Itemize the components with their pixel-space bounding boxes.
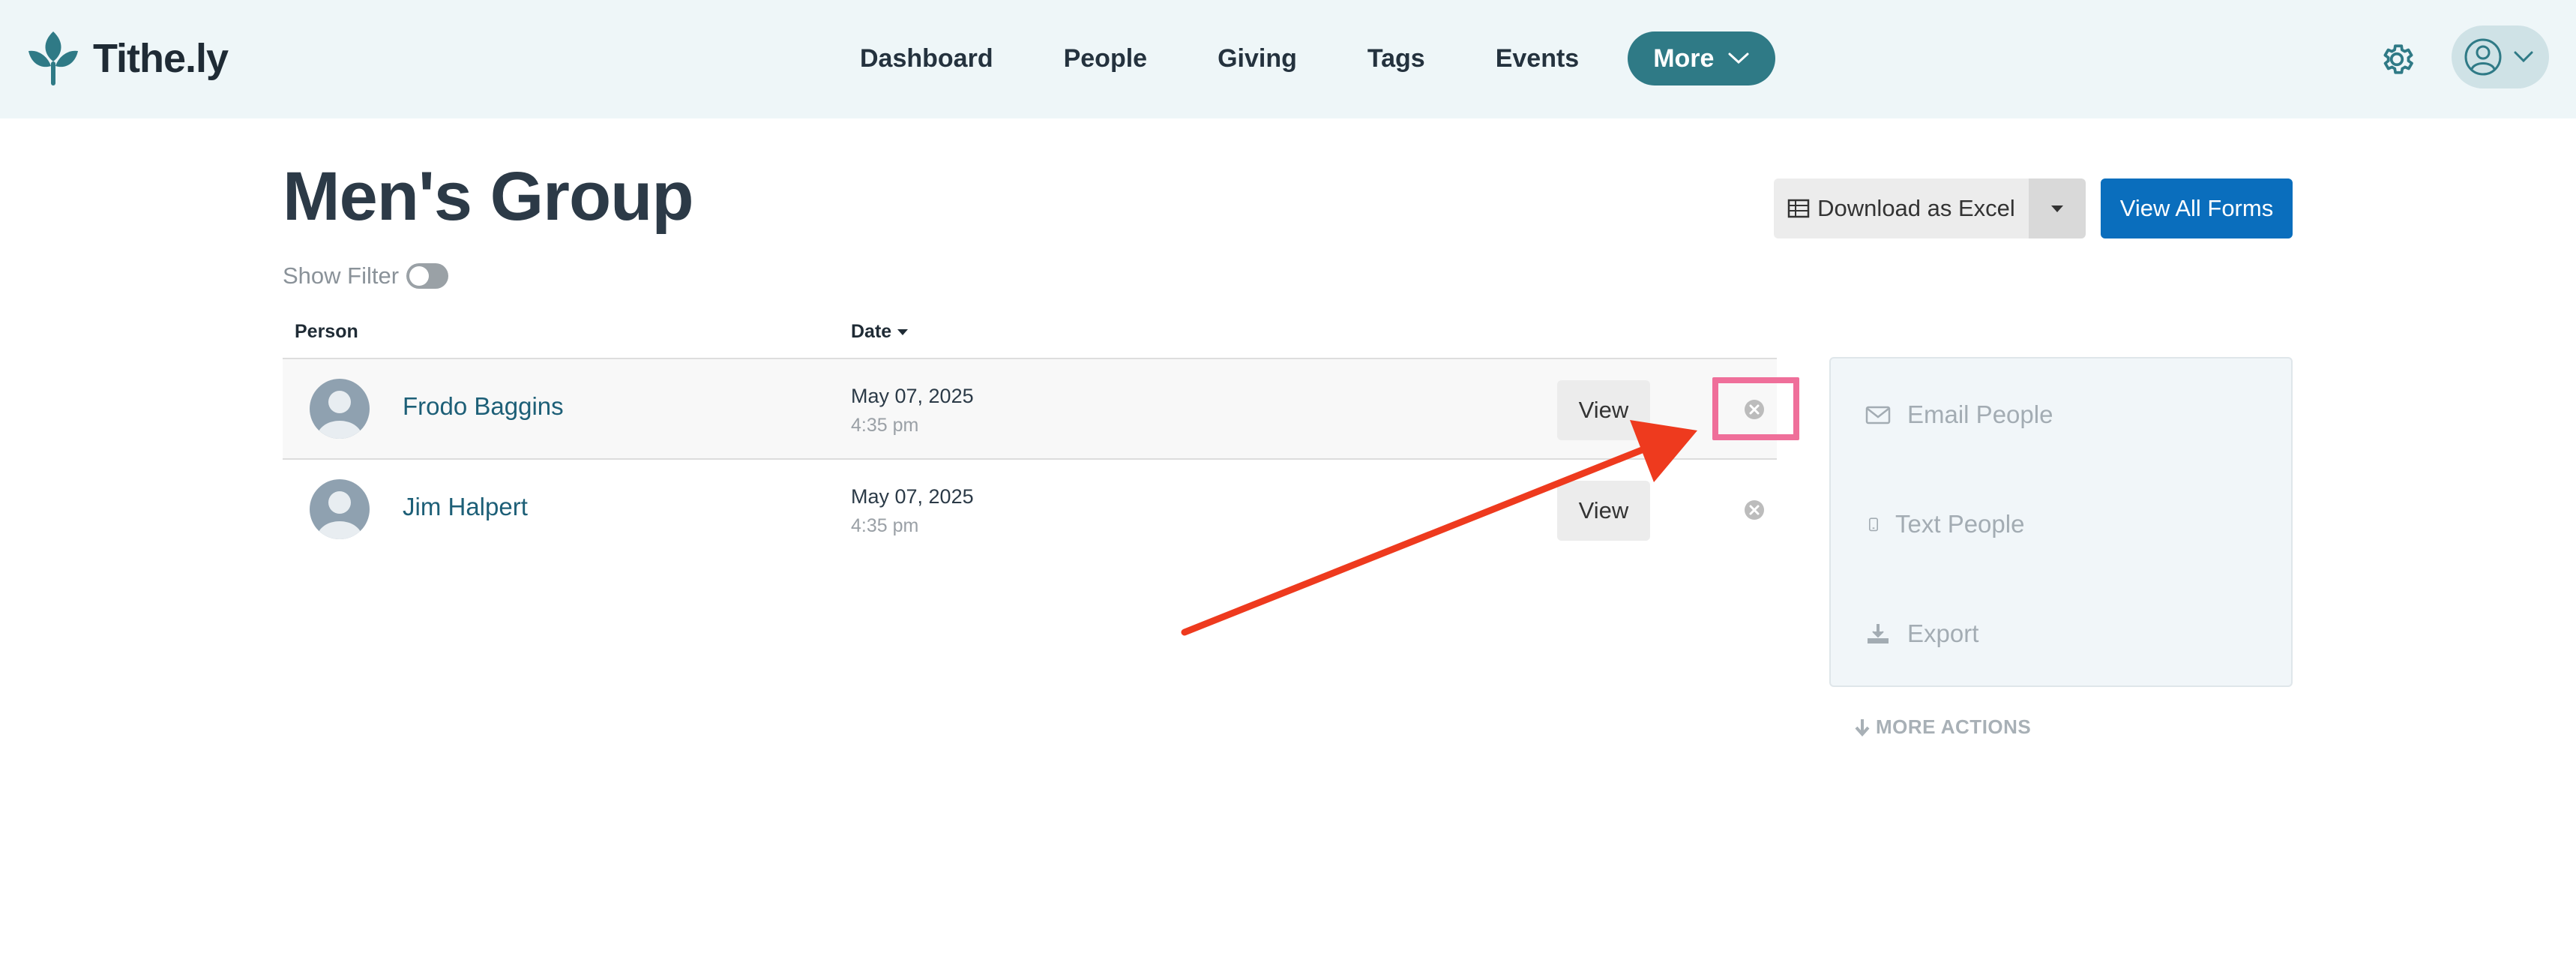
table-row: Jim Halpert May 07, 2025 4:35 pm View bbox=[283, 460, 1777, 559]
nav-dashboard[interactable]: Dashboard bbox=[825, 30, 1029, 87]
nav-events[interactable]: Events bbox=[1460, 30, 1615, 87]
text-people-label: Text People bbox=[1895, 510, 2025, 538]
more-actions-toggle[interactable]: MORE ACTIONS bbox=[1853, 716, 2031, 739]
chevron-down-icon bbox=[2514, 51, 2533, 63]
caret-down-icon bbox=[2051, 205, 2063, 212]
gear-icon[interactable] bbox=[2378, 40, 2416, 78]
arrow-down-icon bbox=[1855, 718, 1870, 736]
nav-tags[interactable]: Tags bbox=[1332, 30, 1460, 87]
top-navigation-bar: Tithe.ly Dashboard People Giving Tags Ev… bbox=[0, 0, 2576, 118]
submission-time: 4:35 pm bbox=[851, 415, 919, 436]
chevron-down-icon bbox=[1728, 52, 1749, 64]
submission-date: May 07, 2025 bbox=[851, 385, 974, 407]
submission-date: May 07, 2025 bbox=[851, 485, 974, 508]
column-header-person[interactable]: Person bbox=[295, 321, 358, 343]
column-header-date[interactable]: Date bbox=[851, 321, 909, 343]
download-excel-button[interactable]: Download as Excel bbox=[1774, 178, 2029, 238]
person-name-link[interactable]: Jim Halpert bbox=[403, 493, 528, 521]
annotation-highlight-box bbox=[1712, 377, 1799, 440]
nav-more-button[interactable]: More bbox=[1628, 32, 1776, 86]
more-actions-label: MORE ACTIONS bbox=[1876, 716, 2032, 738]
show-filter-toggle[interactable] bbox=[406, 263, 449, 289]
sort-caret-icon bbox=[897, 328, 909, 335]
export-action[interactable]: Export bbox=[1865, 620, 1978, 648]
view-button[interactable]: View bbox=[1557, 380, 1650, 440]
table-row: Frodo Baggins May 07, 2025 4:35 pm View bbox=[283, 359, 1777, 458]
brand-name: Tithe.ly bbox=[93, 36, 229, 81]
page-title: Men's Group bbox=[283, 158, 694, 235]
show-filter: Show Filter bbox=[283, 262, 449, 290]
actions-panel: Email People Text People Export bbox=[1829, 357, 2293, 687]
submission-time: 4:35 pm bbox=[851, 515, 919, 536]
person-name-link[interactable]: Frodo Baggins bbox=[403, 392, 564, 421]
nav-people[interactable]: People bbox=[1029, 30, 1182, 87]
table-icon bbox=[1787, 199, 1810, 218]
person-avatar-icon bbox=[310, 379, 370, 439]
user-avatar-icon bbox=[2464, 38, 2502, 76]
person-avatar-icon bbox=[310, 479, 370, 539]
download-icon bbox=[1868, 624, 1889, 644]
leaf-logo-icon bbox=[28, 32, 78, 86]
view-button[interactable]: View bbox=[1557, 481, 1650, 541]
email-people-label: Email People bbox=[1907, 400, 2053, 428]
remove-circle-icon[interactable] bbox=[1743, 499, 1766, 521]
export-label: Export bbox=[1907, 620, 1979, 647]
brand-logo[interactable]: Tithe.ly bbox=[25, 28, 229, 88]
envelope-icon bbox=[1865, 406, 1891, 424]
nav-giving[interactable]: Giving bbox=[1182, 30, 1332, 87]
mobile-phone-icon bbox=[1869, 518, 1878, 532]
email-people-action[interactable]: Email People bbox=[1865, 400, 2053, 429]
download-options-dropdown[interactable] bbox=[2029, 178, 2086, 238]
view-all-forms-button[interactable]: View All Forms bbox=[2101, 178, 2293, 238]
download-excel-label: Download as Excel bbox=[1817, 195, 2015, 221]
show-filter-label: Show Filter bbox=[283, 262, 400, 289]
nav-more-label: More bbox=[1653, 44, 1715, 73]
user-menu-button[interactable] bbox=[2452, 26, 2549, 88]
main-nav: Dashboard People Giving Tags Events More bbox=[825, 30, 1776, 87]
column-header-date-label: Date bbox=[851, 321, 892, 342]
text-people-action[interactable]: Text People bbox=[1865, 510, 2024, 538]
